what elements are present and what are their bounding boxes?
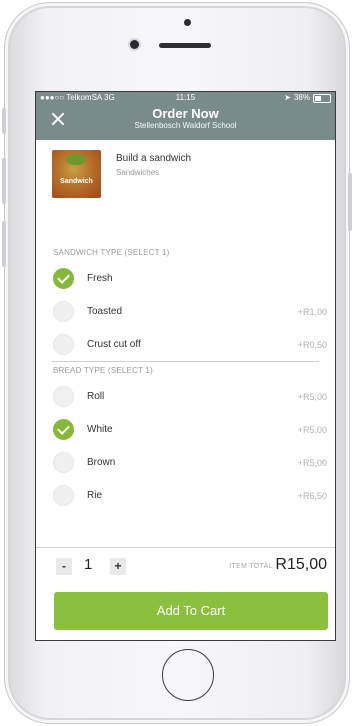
radio-icon[interactable]: [53, 485, 74, 506]
thumbnail-label: Sandwich: [60, 178, 93, 185]
power-button: [348, 173, 352, 231]
page-title: Order Now: [152, 106, 219, 121]
sensor-dot: [184, 19, 191, 26]
option-price: +R5,00: [297, 391, 327, 402]
page-subtitle: Stellenbosch Waldorf School: [134, 121, 237, 130]
option-label: White: [87, 424, 113, 435]
option-white[interactable]: White +R5,00: [36, 413, 335, 446]
mute-switch: [2, 108, 6, 134]
radio-icon[interactable]: [53, 386, 74, 407]
item-total-label: ITEM TOTAL:: [229, 563, 275, 570]
radio-checked-icon[interactable]: [53, 419, 74, 440]
section-sandwich-type: SANDWICH TYPE (SELECT 1) Fresh Toasted +…: [36, 244, 335, 361]
option-label: Crust cut off: [87, 339, 141, 350]
quantity-value: 1: [84, 556, 93, 573]
header-title-group: Order Now Stellenbosch Waldorf School: [36, 106, 335, 131]
home-button[interactable]: [162, 649, 214, 701]
section-header: BREAD TYPE (SELECT 1): [53, 366, 153, 375]
option-price: +R6,50: [297, 490, 327, 501]
option-price: +R1,00: [297, 306, 327, 317]
option-label: Roll: [87, 391, 105, 402]
product-thumbnail: Sandwich: [52, 150, 101, 198]
option-label: Toasted: [87, 306, 123, 317]
quantity-decrease-button[interactable]: -: [56, 558, 72, 575]
add-to-cart-button[interactable]: Add To Cart: [54, 592, 328, 630]
option-price: +R0,50: [297, 339, 327, 350]
garnish-icon: [66, 154, 86, 165]
item-total-value: R15,00: [275, 556, 327, 573]
option-label: Rie: [87, 490, 103, 501]
status-right: ➤ 38%: [284, 92, 331, 104]
option-roll[interactable]: Roll +R5,00: [36, 380, 335, 413]
option-fresh[interactable]: Fresh: [36, 262, 335, 295]
product-name: Build a sandwich: [116, 153, 192, 164]
status-bar: ●●●○○ TelkomSA 3G 11:15 ➤ 38%: [36, 92, 335, 104]
option-crust-cut-off[interactable]: Crust cut off +R0,50: [36, 328, 335, 361]
option-price: +R5,00: [297, 424, 327, 435]
front-camera: [130, 40, 139, 49]
volume-down-button: [2, 221, 6, 267]
section-bread-type: BREAD TYPE (SELECT 1) Roll +R5,00 White …: [36, 362, 335, 512]
option-toasted[interactable]: Toasted +R1,00: [36, 295, 335, 328]
section-header: SANDWICH TYPE (SELECT 1): [53, 248, 170, 257]
option-label: Brown: [87, 457, 116, 468]
battery-percent: 38%: [293, 93, 310, 102]
product-summary: Sandwich Build a sandwich Sandwiches: [36, 140, 335, 244]
option-rie[interactable]: Rie +R6,50: [36, 479, 335, 512]
location-icon: ➤: [284, 93, 291, 102]
radio-icon[interactable]: [53, 334, 74, 355]
radio-icon[interactable]: [53, 301, 74, 322]
volume-up-button: [2, 158, 6, 204]
quantity-increase-button[interactable]: +: [110, 558, 126, 575]
order-footer: - 1 + ITEM TOTAL: R15,00 Add To Cart: [36, 547, 335, 640]
product-category: Sandwiches: [116, 168, 160, 177]
app-screen: ●●●○○ TelkomSA 3G 11:15 ➤ 38% Order Now …: [35, 91, 336, 641]
header-bar: ●●●○○ TelkomSA 3G 11:15 ➤ 38% Order Now …: [36, 92, 335, 140]
radio-checked-icon[interactable]: [53, 268, 74, 289]
option-price: +R5,00: [297, 457, 327, 468]
quantity-row: - 1 + ITEM TOTAL: R15,00: [36, 548, 335, 588]
radio-icon[interactable]: [53, 452, 74, 473]
battery-icon: [313, 93, 331, 103]
earpiece-speaker: [159, 43, 211, 48]
option-label: Fresh: [87, 273, 113, 284]
option-brown[interactable]: Brown +R5,00: [36, 446, 335, 479]
